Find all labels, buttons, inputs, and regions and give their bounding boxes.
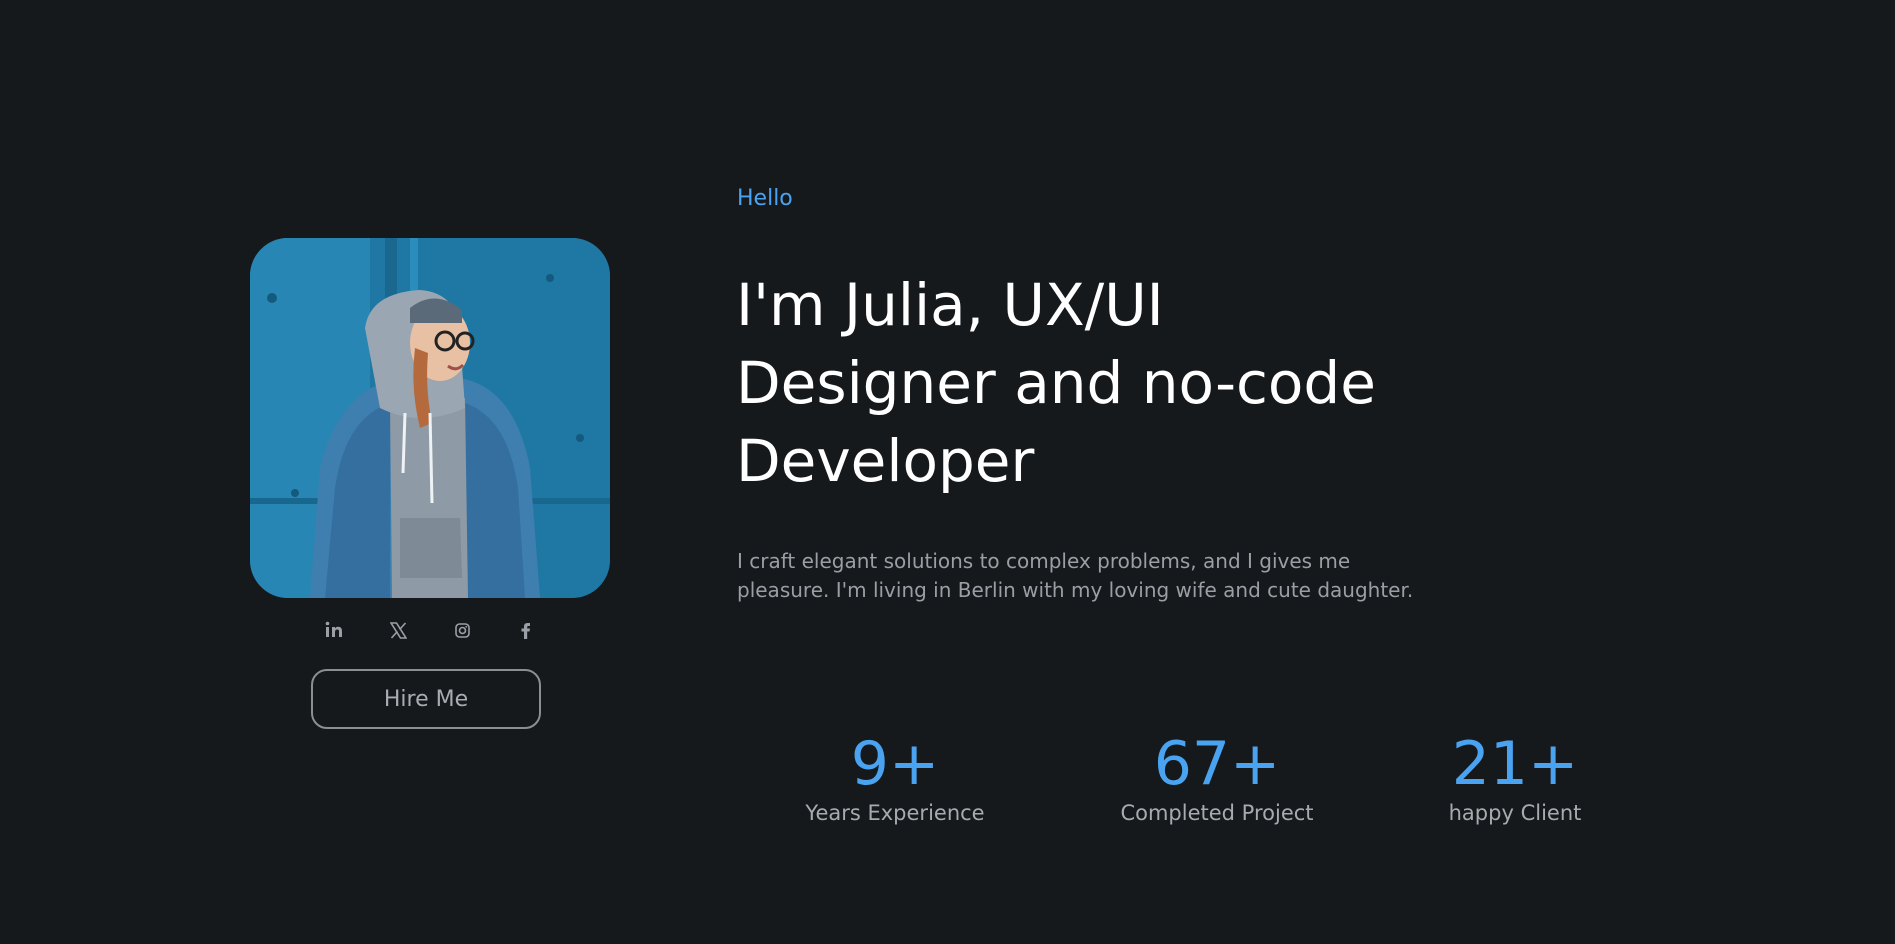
stat-value: 67+ (1153, 729, 1281, 799)
instagram-icon[interactable] (448, 616, 476, 644)
social-links (320, 616, 540, 644)
linkedin-icon[interactable] (320, 616, 348, 644)
greeting-text: Hello (737, 186, 793, 211)
intro-line: pleasure. I'm living in Berlin with my l… (737, 578, 1414, 602)
headline-line: Designer and no-code (736, 349, 1376, 417)
stat-value: 9+ (850, 729, 940, 799)
headline-line: I'm Julia, UX/UI (736, 271, 1164, 339)
stat-value: 21+ (1451, 729, 1579, 799)
stat-label: Years Experience (805, 801, 985, 825)
intro-paragraph: I craft elegant solutions to complex pro… (737, 547, 1517, 605)
stat-years-experience: 9+ Years Experience (780, 727, 1010, 827)
stat-label: Completed Project (1120, 801, 1314, 825)
hire-me-button[interactable]: Hire Me (311, 669, 541, 729)
hero-headline: I'm Julia, UX/UI Designer and no-code De… (736, 266, 1496, 500)
page: Hire Me Hello I'm Julia, UX/UI Designer … (0, 0, 1895, 944)
intro-line: I craft elegant solutions to complex pro… (737, 549, 1351, 573)
stat-completed-projects: 67+ Completed Project (1097, 727, 1337, 827)
x-icon[interactable] (384, 616, 412, 644)
stat-happy-clients: 21+ happy Client (1410, 727, 1620, 827)
profile-photo (250, 238, 610, 598)
facebook-icon[interactable] (512, 616, 540, 644)
stat-label: happy Client (1448, 801, 1582, 825)
headline-line: Developer (736, 427, 1035, 495)
